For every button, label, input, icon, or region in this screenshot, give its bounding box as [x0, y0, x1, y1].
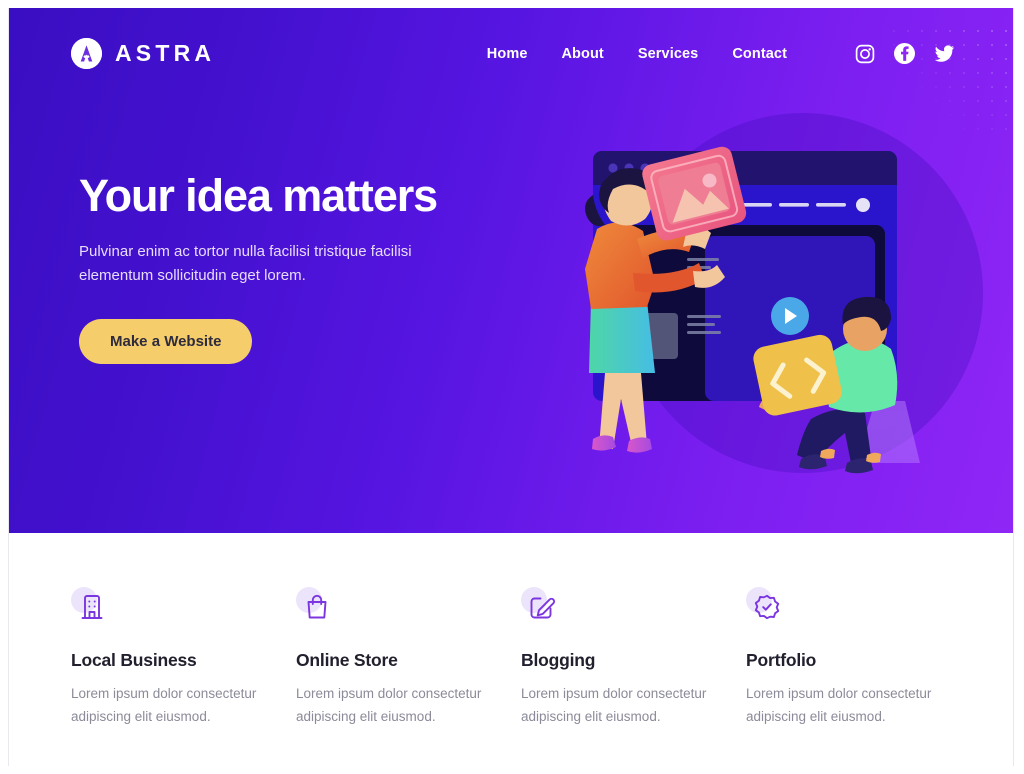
feature-text: Lorem ipsum dolor consectetur adipiscing… [296, 686, 482, 725]
feature-card-online-store: Online Store Lorem ipsum dolor consectet… [296, 587, 503, 766]
social-links [854, 43, 955, 64]
feature-icon-wrap [521, 587, 563, 629]
hero-copy: Your idea matters Pulvinar enim ac torto… [79, 170, 519, 365]
feature-card-portfolio: Portfolio Lorem ipsum dolor consectetur … [746, 587, 953, 766]
feature-title: Local Business [71, 650, 197, 670]
brand-name: ASTRA [115, 40, 216, 66]
building-icon [77, 592, 107, 622]
nav-link-contact[interactable]: Contact [732, 46, 787, 62]
feature-title: Blogging [521, 650, 596, 670]
feature-card-blogging: Blogging Lorem ipsum dolor consectetur a… [521, 587, 728, 766]
hero-section: ASTRA Home About Services Contact Your i… [9, 8, 1013, 533]
feature-icon-wrap [746, 587, 788, 629]
edit-square-icon [527, 592, 557, 622]
page-title: Your idea matters [79, 170, 438, 221]
twitter-icon[interactable] [934, 43, 955, 64]
make-a-website-button[interactable]: Make a Website [79, 319, 253, 365]
nav-link-home[interactable]: Home [487, 46, 528, 62]
page-viewport: ASTRA Home About Services Contact Your i… [8, 8, 1014, 766]
feature-text: Lorem ipsum dolor consectetur adipiscing… [746, 686, 932, 725]
main-navigation: Home About Services Contact [487, 43, 955, 64]
nav-link-about[interactable]: About [561, 46, 603, 62]
feature-title: Online Store [296, 650, 398, 670]
facebook-icon[interactable] [894, 43, 915, 64]
shopping-bag-icon [302, 592, 332, 622]
brand-logo[interactable]: ASTRA [71, 38, 215, 69]
feature-text: Lorem ipsum dolor consectetur adipiscing… [71, 686, 257, 725]
feature-icon-wrap [71, 587, 113, 629]
feature-title: Portfolio [746, 650, 817, 670]
astra-a-mark-icon [71, 38, 102, 69]
feature-card-local-business: Local Business Lorem ipsum dolor consect… [71, 587, 278, 766]
page-frame: ASTRA Home About Services Contact Your i… [0, 0, 1024, 774]
features-section: Local Business Lorem ipsum dolor consect… [9, 533, 1013, 766]
nav-link-services[interactable]: Services [638, 46, 698, 62]
instagram-icon[interactable] [854, 43, 875, 64]
feature-icon-wrap [296, 587, 338, 629]
website-builder-illustration [575, 133, 995, 533]
feature-text: Lorem ipsum dolor consectetur adipiscing… [521, 686, 707, 725]
site-header: ASTRA Home About Services Contact [9, 8, 1013, 69]
hero-subtitle: Pulvinar enim ac tortor nulla facilisi t… [79, 242, 412, 284]
verified-badge-icon [752, 592, 782, 622]
